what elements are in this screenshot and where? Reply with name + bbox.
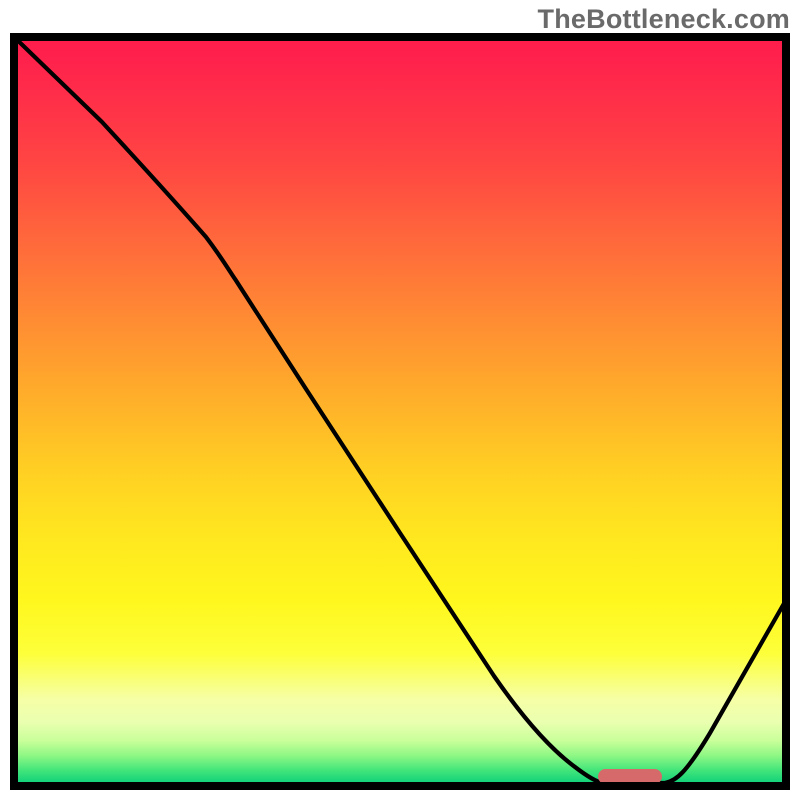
optimum-marker: [598, 769, 662, 784]
chart-frame: [10, 33, 790, 790]
watermark-text: TheBottleneck.com: [538, 4, 790, 35]
gradient-background: [10, 33, 790, 790]
